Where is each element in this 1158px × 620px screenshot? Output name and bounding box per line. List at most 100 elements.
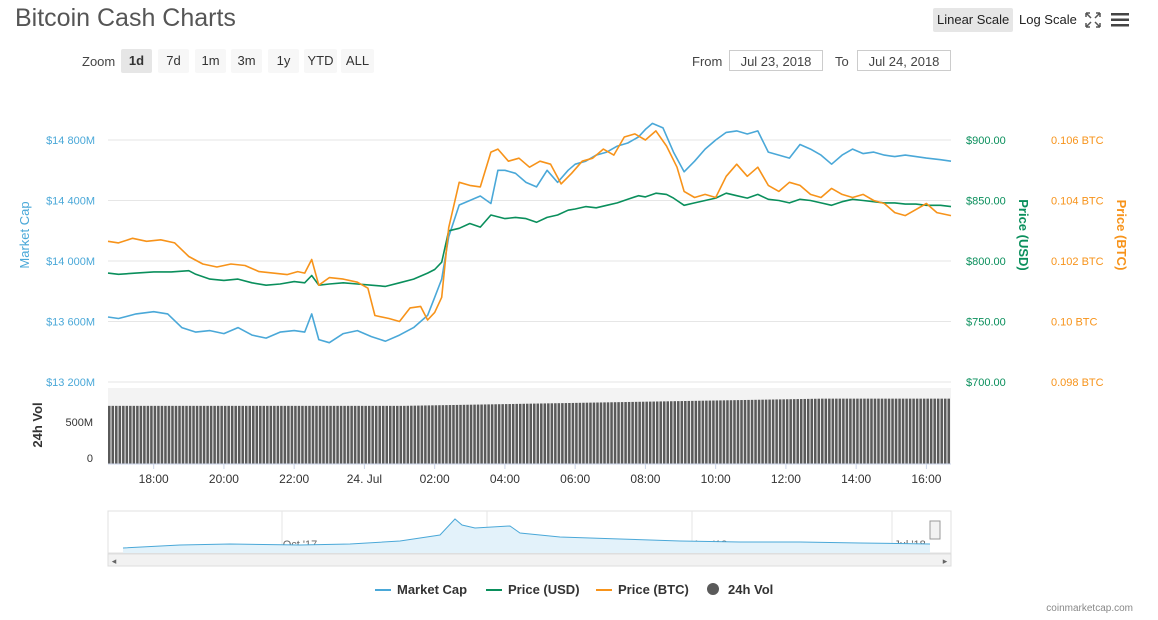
- legend-item-label[interactable]: Market Cap: [397, 582, 467, 597]
- volume-bar: [694, 400, 698, 464]
- volume-bar: [557, 403, 561, 464]
- volume-bar: [877, 398, 880, 464]
- x-tick-label: 04:00: [490, 472, 520, 486]
- volume-bar: [803, 398, 806, 464]
- volume-bar: [206, 405, 209, 464]
- volume-bar: [761, 399, 764, 464]
- volume-bar: [568, 402, 571, 464]
- volume-bar: [403, 405, 406, 464]
- volume-bar: [947, 398, 950, 464]
- volume-bars[interactable]: [108, 388, 951, 464]
- volume-bar: [792, 399, 796, 464]
- volume-bar: [371, 405, 374, 464]
- volume-bar: [473, 404, 476, 464]
- volume-bar: [129, 405, 132, 464]
- x-tick-label: 22:00: [279, 472, 309, 486]
- volume-bar: [817, 398, 821, 464]
- volume-bar: [167, 405, 171, 464]
- volume-bar: [508, 404, 511, 464]
- volume-bar: [136, 405, 139, 464]
- volume-bar: [603, 402, 606, 464]
- market-cap-tick-label: $14 800M: [46, 135, 95, 147]
- volume-bar: [511, 403, 515, 464]
- volume-bar: [894, 398, 898, 464]
- volume-bar: [280, 405, 283, 464]
- volume-bar: [202, 405, 206, 464]
- volume-bar: [596, 402, 599, 464]
- series-line-price-btc[interactable]: [107, 130, 952, 323]
- volume-bar: [374, 405, 378, 464]
- volume-bar: [244, 405, 248, 464]
- volume-bar: [796, 399, 799, 464]
- volume-bar: [866, 398, 870, 464]
- series-line-price-usd[interactable]: [107, 192, 952, 288]
- market-cap-tick-label: $13 200M: [46, 377, 95, 389]
- volume-bar: [575, 402, 578, 464]
- volume-bar: [782, 399, 785, 464]
- price-btc-axis: 0.106 BTC 0.104 BTC 0.102 BTC 0.10 BTC 0.098…: [1051, 135, 1104, 389]
- volume-bar: [118, 405, 122, 464]
- volume-bar: [448, 405, 452, 464]
- navigator[interactable]: Oct '17Jan '18Apr '18Jul '18◂▸: [107, 510, 952, 567]
- volume-bar: [648, 401, 652, 464]
- volume-bar: [687, 400, 691, 464]
- market-cap-tick-label: $13 600M: [46, 317, 95, 329]
- price-lines[interactable]: [107, 122, 952, 344]
- volume-bar: [698, 400, 701, 464]
- volume-bar: [269, 405, 273, 464]
- volume-bar: [234, 405, 237, 464]
- chart-area: $14 800M $14 400M $14 000M $13 600M $13 200M…: [17, 122, 1129, 597]
- series-line-market-cap[interactable]: [107, 122, 952, 344]
- volume-bar: [561, 403, 564, 464]
- volume-bar: [905, 398, 908, 464]
- volume-bar: [540, 403, 543, 464]
- volume-bar: [631, 401, 634, 464]
- volume-bar: [139, 405, 143, 464]
- volume-bar: [469, 404, 473, 464]
- volume-bar: [213, 405, 216, 464]
- volume-bar: [662, 401, 666, 464]
- volume-bar: [838, 398, 842, 464]
- volume-bar: [385, 405, 388, 464]
- volume-bar: [719, 400, 722, 464]
- volume-bar: [115, 405, 118, 464]
- volume-bar: [708, 400, 712, 464]
- volume-bar: [343, 405, 346, 464]
- volume-bar: [195, 405, 199, 464]
- volume-bar: [413, 405, 417, 464]
- volume-bar: [533, 403, 536, 464]
- volume-bar: [627, 401, 631, 464]
- legend-item-label[interactable]: Price (USD): [508, 582, 580, 597]
- volume-bar: [452, 404, 455, 464]
- volume-bar: [842, 398, 845, 464]
- price-usd-tick-label: $900.00: [966, 135, 1006, 147]
- x-tick-label: 10:00: [701, 472, 731, 486]
- legend-item-label[interactable]: Price (BTC): [618, 582, 689, 597]
- volume-bar: [199, 405, 202, 464]
- volume-bar: [525, 403, 529, 464]
- volume-bar: [726, 400, 729, 464]
- volume-bar: [434, 405, 438, 464]
- volume-bar: [729, 400, 733, 464]
- volume-bar: [919, 398, 922, 464]
- volume-bar: [160, 405, 164, 464]
- price-usd-tick-label: $850.00: [966, 196, 1006, 208]
- legend-item-label[interactable]: 24h Vol: [728, 582, 773, 597]
- volume-bar: [554, 403, 557, 464]
- navigator-handle: [929, 520, 941, 540]
- volume-bar: [389, 405, 392, 464]
- volume-bar: [606, 402, 610, 464]
- price-usd-tick-label: $750.00: [966, 317, 1006, 329]
- volume-bar: [922, 398, 926, 464]
- volume-bar: [301, 405, 304, 464]
- volume-bar: [427, 405, 431, 464]
- volume-bar: [754, 399, 757, 464]
- volume-bar: [599, 402, 603, 464]
- volume-bar: [652, 401, 655, 464]
- volume-bar: [733, 400, 736, 464]
- x-tick-label: 02:00: [420, 472, 450, 486]
- volume-bar: [828, 398, 831, 464]
- volume-bar: [466, 404, 469, 464]
- price-usd-axis: $900.00 $850.00 $800.00 $750.00 $700.00: [966, 135, 1006, 389]
- volume-bar: [220, 405, 223, 464]
